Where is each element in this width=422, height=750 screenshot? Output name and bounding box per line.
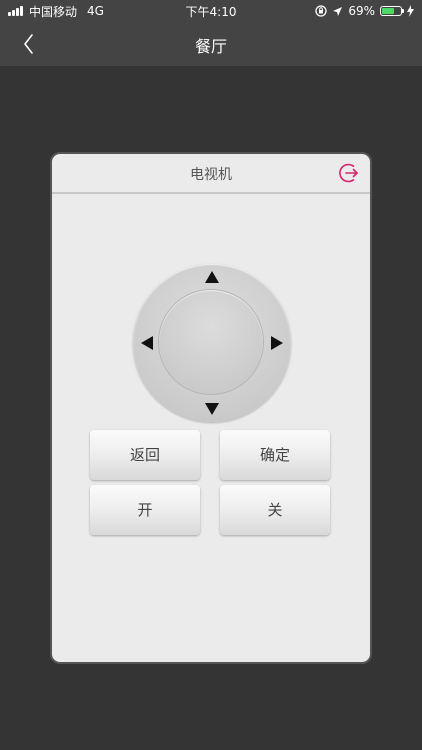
- direction-pad: [133, 264, 291, 422]
- remote-panel: 电视机 返回 确定 开 关: [50, 152, 372, 664]
- charging-bolt-icon: [407, 5, 414, 17]
- orientation-lock-icon: [315, 5, 327, 17]
- arrow-left-icon[interactable]: [141, 336, 153, 350]
- nav-bar: 餐厅: [0, 22, 422, 66]
- status-right: 69%: [315, 3, 414, 19]
- power-off-button[interactable]: 关: [220, 485, 330, 535]
- arrow-up-icon[interactable]: [205, 271, 219, 283]
- ok-button[interactable]: 确定: [220, 430, 330, 480]
- arrow-down-icon[interactable]: [205, 403, 219, 415]
- location-arrow-icon: [333, 6, 343, 16]
- remote-title: 电视机: [190, 167, 232, 183]
- dpad-center-button[interactable]: [159, 290, 263, 394]
- remote-header: 电视机: [52, 154, 370, 194]
- battery-icon: [380, 6, 404, 16]
- battery-fill: [382, 8, 395, 14]
- arrow-right-icon[interactable]: [271, 336, 283, 350]
- power-on-button[interactable]: 开: [90, 485, 200, 535]
- page-title: 餐厅: [194, 37, 227, 56]
- battery-percent: 69%: [348, 4, 375, 18]
- screen: 中国移动 4G 下午4:10 69% 餐厅 电视机 返回 确定 开 关: [0, 0, 422, 750]
- back-command-button[interactable]: 返回: [90, 430, 200, 480]
- status-bar: 中国移动 4G 下午4:10 69%: [0, 0, 422, 22]
- top-bar: 中国移动 4G 下午4:10 69% 餐厅: [0, 0, 422, 66]
- exit-icon[interactable]: [338, 162, 360, 184]
